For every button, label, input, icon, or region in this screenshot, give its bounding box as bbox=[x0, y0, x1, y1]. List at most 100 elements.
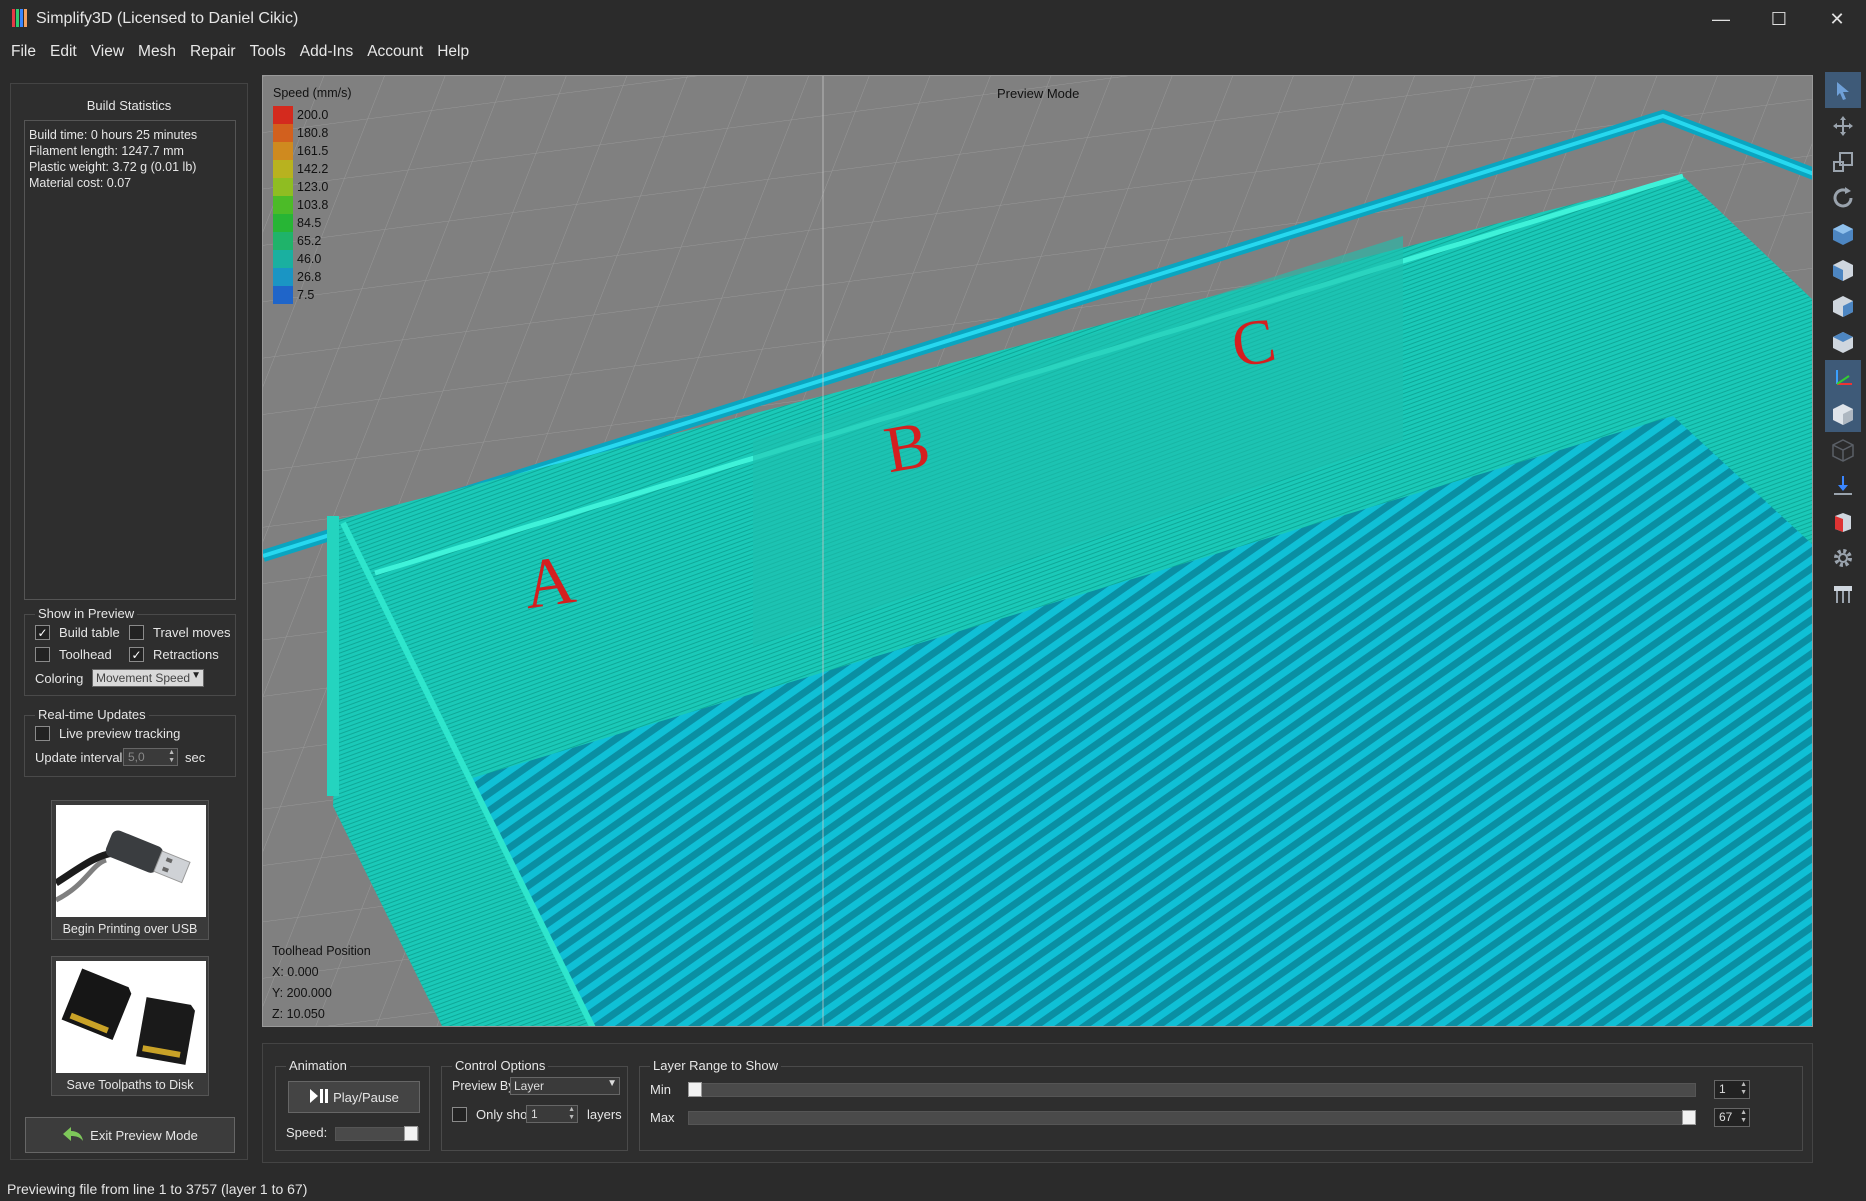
menu-bar: File Edit View Mesh Repair Tools Add-Ins… bbox=[0, 38, 1866, 66]
menu-add-ins[interactable]: Add-Ins bbox=[293, 43, 360, 61]
scale-icon[interactable] bbox=[1825, 144, 1861, 180]
legend-swatch bbox=[273, 232, 293, 250]
legend-swatch bbox=[273, 268, 293, 286]
min-layer-spinbox[interactable]: 1 ▲ ▼ bbox=[1714, 1080, 1750, 1099]
legend-row: 142.2 bbox=[273, 160, 352, 178]
travel-moves-option[interactable]: Travel moves bbox=[129, 625, 231, 640]
view-iso-cube-icon[interactable] bbox=[1825, 216, 1861, 252]
legend-swatch bbox=[273, 124, 293, 142]
minimize-button[interactable]: — bbox=[1692, 0, 1750, 38]
update-interval-spinbox[interactable]: 5,0 ▲ ▼ bbox=[123, 748, 178, 766]
menu-repair[interactable]: Repair bbox=[183, 43, 243, 61]
live-tracking-option[interactable]: Live preview tracking bbox=[35, 726, 180, 741]
exit-preview-label: Exit Preview Mode bbox=[90, 1127, 198, 1143]
preview-mode-label: Preview Mode bbox=[997, 86, 1080, 101]
legend-row: 123.0 bbox=[273, 178, 352, 196]
max-layer-slider[interactable] bbox=[688, 1111, 1696, 1125]
menu-help[interactable]: Help bbox=[430, 43, 476, 61]
max-layer-handle[interactable] bbox=[1682, 1110, 1696, 1125]
preview-viewport[interactable]: A B C Speed (mm/s) 200.0 180.8 161.5 142.2 1… bbox=[262, 75, 1813, 1027]
settings-gear-icon[interactable] bbox=[1825, 540, 1861, 576]
legend-value: 46.0 bbox=[297, 252, 322, 266]
legend-value: 200.0 bbox=[297, 108, 329, 122]
view-top-cube-icon[interactable] bbox=[1825, 324, 1861, 360]
spin-arrows-icon[interactable]: ▲ ▼ bbox=[1740, 1081, 1747, 1097]
legend-value: 180.8 bbox=[297, 126, 329, 140]
move-icon[interactable] bbox=[1825, 108, 1861, 144]
close-button[interactable]: ✕ bbox=[1808, 0, 1866, 38]
toolpath-render: A B C bbox=[263, 76, 1812, 1026]
view-front-cube-icon[interactable] bbox=[1825, 252, 1861, 288]
menu-file[interactable]: File bbox=[4, 43, 43, 61]
supports-icon[interactable] bbox=[1825, 576, 1861, 612]
axes-icon[interactable] bbox=[1825, 360, 1861, 396]
build-table-option[interactable]: ✓ Build table bbox=[35, 625, 120, 640]
sd-button-label: Save Toolpaths to Disk bbox=[66, 1078, 194, 1092]
coloring-select[interactable]: Movement Speed ▼ bbox=[92, 669, 204, 687]
max-layer-spinbox[interactable]: 67 ▲ ▼ bbox=[1714, 1108, 1750, 1127]
update-interval-label: Update interval bbox=[35, 750, 123, 765]
live-tracking-checkbox[interactable] bbox=[35, 726, 50, 741]
begin-printing-usb-button[interactable]: Begin Printing over USB bbox=[51, 800, 209, 940]
rotate-icon[interactable] bbox=[1825, 180, 1861, 216]
cross-section-icon[interactable] bbox=[1825, 504, 1861, 540]
save-toolpaths-button[interactable]: Save Toolpaths to Disk bbox=[51, 956, 209, 1096]
only-show-checkbox[interactable] bbox=[452, 1107, 467, 1122]
realtime-updates-group: Real-time Updates Live preview tracking … bbox=[24, 707, 236, 777]
menu-tools[interactable]: Tools bbox=[243, 43, 293, 61]
menu-edit[interactable]: Edit bbox=[43, 43, 84, 61]
legend-swatch bbox=[273, 214, 293, 232]
maximize-button[interactable]: ☐ bbox=[1750, 0, 1808, 38]
build-table-checkbox[interactable]: ✓ bbox=[35, 625, 50, 640]
bottom-control-panel: Animation Play/Pause Speed: Control Opti… bbox=[262, 1043, 1813, 1163]
legend-row: 84.5 bbox=[273, 214, 352, 232]
animation-speed-handle[interactable] bbox=[404, 1126, 418, 1141]
legend-value: 26.8 bbox=[297, 270, 322, 284]
legend-value: 123.0 bbox=[297, 180, 329, 194]
retractions-checkbox[interactable]: ✓ bbox=[129, 647, 144, 662]
toolhead-checkbox[interactable] bbox=[35, 647, 50, 662]
build-statistics-title: Build Statistics bbox=[86, 98, 172, 113]
toolhead-option[interactable]: Toolhead bbox=[35, 647, 112, 662]
legend-swatch bbox=[273, 286, 293, 304]
place-on-bed-icon[interactable] bbox=[1825, 468, 1861, 504]
build-table-label: Build table bbox=[59, 625, 120, 640]
spin-arrows-icon[interactable]: ▲ ▼ bbox=[568, 1106, 575, 1122]
dropdown-arrow-icon: ▼ bbox=[607, 1078, 617, 1089]
legend-value: 161.5 bbox=[297, 144, 329, 158]
realtime-updates-title: Real-time Updates bbox=[35, 707, 149, 722]
wireframe-cube-icon[interactable] bbox=[1825, 432, 1861, 468]
only-show-spinbox[interactable]: 1 ▲ ▼ bbox=[526, 1105, 578, 1123]
spin-arrows-icon[interactable]: ▲ ▼ bbox=[168, 749, 175, 765]
play-pause-button[interactable]: Play/Pause bbox=[288, 1081, 420, 1113]
toolhead-position: Toolhead Position X: 0.000 Y: 200.000 Z:… bbox=[272, 941, 371, 1025]
menu-mesh[interactable]: Mesh bbox=[131, 43, 183, 61]
exit-preview-button[interactable]: Exit Preview Mode bbox=[25, 1117, 235, 1153]
right-toolbar bbox=[1825, 72, 1861, 612]
preview-by-label: Preview By bbox=[452, 1079, 515, 1093]
menu-account[interactable]: Account bbox=[360, 43, 430, 61]
sd-card-icon bbox=[56, 961, 206, 1073]
stat-build-time: Build time: 0 hours 25 minutes bbox=[29, 128, 198, 142]
control-options-group: Control Options Preview By Layer ▼ Only … bbox=[441, 1058, 628, 1151]
coloring-label: Coloring bbox=[35, 671, 84, 686]
only-show-option[interactable]: Only show bbox=[452, 1107, 537, 1122]
min-layer-slider[interactable] bbox=[688, 1083, 1696, 1097]
solid-view-cube-icon[interactable] bbox=[1825, 396, 1861, 432]
update-interval-unit: sec bbox=[185, 750, 206, 765]
select-cursor-icon[interactable] bbox=[1825, 72, 1861, 108]
title-bar: Simplify3D (Licensed to Daniel Cikic) — … bbox=[0, 0, 1866, 38]
legend-row: 46.0 bbox=[273, 250, 352, 268]
legend-title: Speed (mm/s) bbox=[273, 86, 352, 100]
menu-view[interactable]: View bbox=[84, 43, 131, 61]
max-layer-value: 67 bbox=[1719, 1110, 1733, 1124]
retractions-option[interactable]: ✓ Retractions bbox=[129, 647, 219, 662]
min-layer-handle[interactable] bbox=[688, 1082, 702, 1097]
preview-by-select[interactable]: Layer ▼ bbox=[510, 1077, 620, 1095]
toolhead-label: Toolhead bbox=[59, 647, 112, 662]
usb-button-label: Begin Printing over USB bbox=[62, 922, 198, 936]
spin-arrows-icon[interactable]: ▲ ▼ bbox=[1740, 1109, 1747, 1125]
stat-filament-length: Filament length: 1247.7 mm bbox=[29, 144, 184, 158]
view-side-cube-icon[interactable] bbox=[1825, 288, 1861, 324]
travel-moves-checkbox[interactable] bbox=[129, 625, 144, 640]
